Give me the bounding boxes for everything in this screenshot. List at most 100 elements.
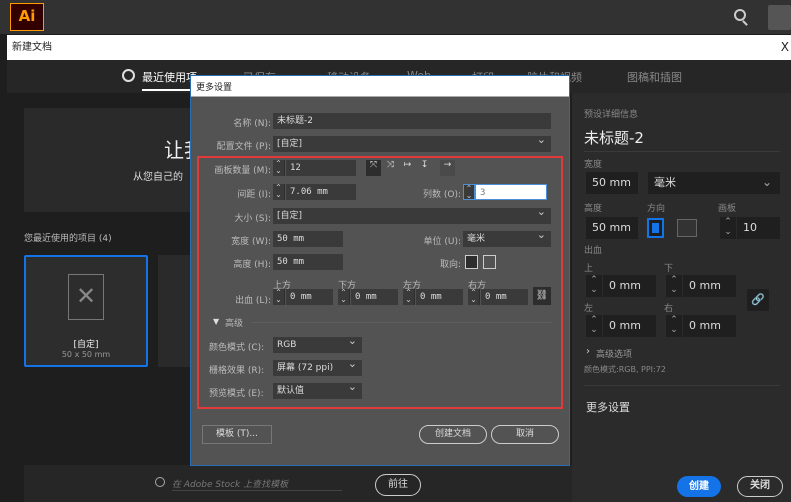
preset-summary: 颜色模式:RGB, PPI:72 [584, 365, 666, 374]
stock-bar: 在 Adobe Stock 上查找模板 前往 [24, 465, 572, 502]
advanced-toggle[interactable]: 高级 [225, 316, 243, 329]
tab-art[interactable]: 图稿和插图 [627, 69, 682, 85]
search-icon [155, 477, 165, 487]
create-button[interactable]: 创建 [677, 476, 721, 497]
color-mode-select[interactable]: RGB [273, 335, 362, 353]
close-button[interactable]: 关闭 [737, 476, 783, 497]
bleed-right-label: 右 [664, 304, 674, 314]
preset-title[interactable]: 未标题-2 [584, 127, 644, 148]
preset-header: 预设详细信息 [584, 110, 639, 120]
grid-by-row-icon[interactable]: ⤧ [366, 160, 381, 176]
divider [584, 385, 780, 386]
size-label: 大小 (S): [234, 214, 271, 224]
chevron-down-icon: ⌄ [762, 175, 773, 189]
more-settings-button[interactable]: 更多设置 [586, 399, 630, 415]
bleed-top-stepper[interactable]: ⌃ ⌄ [586, 275, 602, 297]
artboards-stepper[interactable]: ⌃ ⌄ [273, 160, 285, 176]
bleed-right-input[interactable]: 0 mm [683, 315, 736, 337]
create-document-button[interactable]: 创建文档 [419, 425, 487, 444]
grid-by-column-icon[interactable]: ⤨ [383, 160, 398, 176]
artboards-stepper[interactable]: ⌃ ⌄ [720, 217, 736, 239]
cancel-button[interactable]: 取消 [491, 425, 559, 444]
bleed-top-stepper[interactable]: ⌃ ⌄ [273, 289, 285, 305]
window-titlebar: 新建文档 X [7, 35, 791, 60]
recent-item[interactable]: ✕ [自定] 50 x 50 mm [24, 255, 148, 367]
ai-logo: Ai [10, 3, 44, 31]
divider [584, 151, 780, 152]
more-settings-dialog: 更多设置 名称 (N): 未标题-2 配置文件 (P): [自定] 画板数量 (… [190, 75, 570, 466]
spacing-label: 间距 (I): [237, 190, 271, 200]
profile-select[interactable]: [自定] [273, 134, 551, 152]
recent-label: 您最近使用的项目 (4) [24, 234, 112, 244]
bleed-bottom-input[interactable]: 0 mm [683, 275, 736, 297]
stock-search-input[interactable]: 在 Adobe Stock 上查找模板 [172, 477, 342, 491]
link-icon[interactable]: 🔗 [747, 289, 769, 311]
width-label: 宽度 [584, 160, 603, 170]
width-input[interactable]: 50 mm [273, 231, 343, 247]
portrait-icon[interactable] [647, 218, 664, 238]
close-icon[interactable]: X [781, 35, 789, 60]
spacing-input[interactable]: 7.06 mm [286, 184, 356, 200]
columns-stepper[interactable]: ⌃ ⌄ [463, 184, 475, 200]
portrait-icon[interactable] [465, 255, 478, 269]
bleed-bottom-input[interactable]: 0 mm [351, 289, 398, 305]
bleed-top-label: 上 [584, 264, 594, 274]
name-input[interactable]: 未标题-2 [273, 113, 551, 129]
height-input[interactable]: 50 mm [273, 254, 343, 270]
width-label: 宽度 (W): [231, 237, 271, 247]
units-select[interactable]: 毫米 [463, 229, 551, 247]
advanced-options-toggle[interactable]: 高级选项 [596, 347, 632, 360]
recent-item-size: 50 x 50 mm [61, 350, 111, 359]
artboards-input[interactable]: 10 [737, 217, 780, 239]
bleed-top-input[interactable]: 0 mm [286, 289, 333, 305]
bleed-top-input[interactable]: 0 mm [603, 275, 656, 297]
app-bar: Ai [0, 0, 791, 34]
triangle-down-icon[interactable]: ▼ [213, 317, 219, 326]
bleed-right-stepper[interactable]: ⌃ ⌄ [666, 315, 682, 337]
chevron-right-icon[interactable]: › [586, 346, 590, 357]
artboards-input[interactable]: 12 [286, 160, 356, 176]
bleed-left-stepper[interactable]: ⌃ ⌄ [403, 289, 415, 305]
height-label: 高度 [584, 204, 603, 214]
bleed-right-stepper[interactable]: ⌃ ⌄ [468, 289, 480, 305]
tab-recent[interactable]: 最近使用项 [142, 69, 197, 85]
units-select[interactable]: 毫米 [648, 172, 780, 194]
raster-select[interactable]: 屏幕 (72 ppi) [273, 358, 362, 376]
templates-button[interactable]: 模板 (T)... [202, 425, 272, 444]
bleed-right-input[interactable]: 0 mm [481, 289, 528, 305]
preview-select[interactable]: 默认值 [273, 381, 362, 399]
go-button[interactable]: 前往 [375, 474, 421, 496]
bleed-bottom-stepper[interactable]: ⌃ ⌄ [338, 289, 350, 305]
layout-direction-icon[interactable]: → [440, 160, 455, 176]
bleed-left-input[interactable]: 0 mm [416, 289, 463, 305]
size-select[interactable]: [自定] [273, 206, 551, 224]
bleed-left-stepper[interactable]: ⌃ ⌄ [586, 315, 602, 337]
landscape-icon[interactable] [483, 255, 496, 269]
preset-panel: 预设详细信息 未标题-2 宽度 50 mm 毫米 ⌄ 高度 方向 画板 50 m… [572, 93, 791, 502]
bleed-bottom-stepper[interactable]: ⌃ ⌄ [666, 275, 682, 297]
color-mode-label: 颜色模式 (C): [209, 343, 265, 353]
dialog-titlebar: 更多设置 [191, 76, 569, 97]
preview-label: 预览模式 (E): [209, 389, 264, 399]
landscape-icon[interactable] [677, 219, 697, 237]
bleed-label: 出血 (L): [235, 296, 271, 306]
height-label: 高度 (H): [233, 260, 271, 270]
columns-label: 列数 (O): [423, 190, 461, 200]
orientation-label: 取向: [439, 260, 461, 270]
search-icon[interactable] [734, 9, 746, 21]
orient-label: 方向 [647, 204, 666, 214]
bleed-label: 出血 [584, 246, 603, 256]
name-label: 名称 (N): [233, 119, 271, 129]
spacing-stepper[interactable]: ⌃ ⌄ [273, 184, 285, 200]
link-icon[interactable]: ⛓ [533, 287, 551, 305]
bleed-left-label: 左 [584, 304, 594, 314]
arrange-column-icon[interactable]: ↧ [417, 160, 432, 176]
user-avatar[interactable] [768, 5, 791, 30]
units-label: 单位 (U): [423, 237, 461, 247]
height-input[interactable]: 50 mm [586, 217, 638, 239]
width-input[interactable]: 50 mm [586, 172, 638, 194]
columns-input[interactable]: 3 [475, 184, 547, 200]
bleed-left-input[interactable]: 0 mm [603, 315, 656, 337]
dialog-title: 更多设置 [196, 83, 233, 93]
arrange-row-icon[interactable]: ↦ [400, 160, 415, 176]
